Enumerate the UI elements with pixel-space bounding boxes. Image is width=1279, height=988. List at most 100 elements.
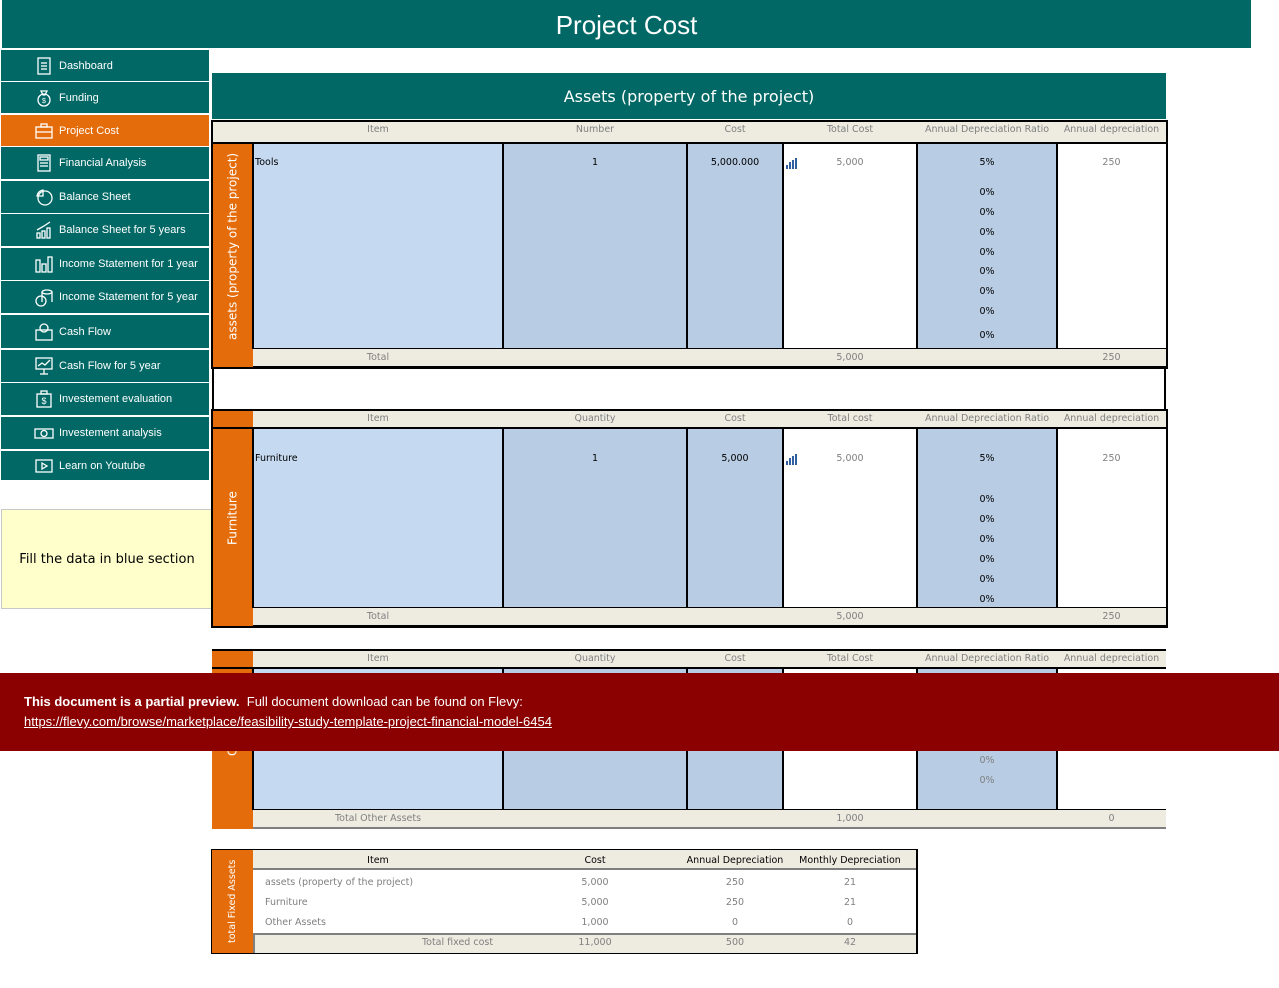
annual-depreciation-sum: 250 xyxy=(1102,611,1121,622)
instruction-note: Fill the data in blue section xyxy=(1,509,213,609)
sidebar-item-investement-analysis[interactable]: Investement analysis xyxy=(1,417,209,450)
ratio-cell: 0% xyxy=(979,306,995,317)
ratio-cell: 0% xyxy=(979,534,995,545)
ratio-cell: 0% xyxy=(979,554,995,565)
coins-icon xyxy=(33,287,55,307)
svg-text:$: $ xyxy=(42,98,46,105)
total-label: Total Other Assets xyxy=(334,813,422,824)
total-cost-sum: 5,000 xyxy=(836,352,864,363)
sidebar-item-label: Learn on Youtube xyxy=(59,459,146,472)
ratio-cell: 0% xyxy=(979,247,995,258)
summary-column-header: Cost xyxy=(584,855,606,866)
sidebar-item-label: Project Cost xyxy=(59,124,119,137)
summary-cost: 5,000 xyxy=(581,897,609,908)
wallet-icon xyxy=(33,322,55,342)
ratio-cell: 0% xyxy=(979,266,995,277)
total-cost-cell: 5,000 xyxy=(836,157,864,168)
ratio-cell: 0% xyxy=(979,514,995,525)
summary-side-label: total Fixed Assets xyxy=(227,859,238,944)
sidebar-item-investement-evaluation[interactable]: $ Investement evaluation xyxy=(1,383,209,416)
sidebar-item-label: Cash Flow xyxy=(59,325,111,338)
sidebar-item-learn-on-youtube[interactable]: Learn on Youtube xyxy=(1,451,209,481)
sidebar-item-label: Income Statement for 5 year xyxy=(59,291,198,303)
column-header: Cost xyxy=(724,653,746,664)
sidebar-item-cash-flow[interactable]: Cash Flow xyxy=(1,315,209,349)
sidebar-item-income-statement-for-5-year[interactable]: Income Statement for 5 year xyxy=(1,281,209,314)
sidebar-item-label: Balance Sheet for 5 years xyxy=(59,224,186,236)
column-header: Annual depreciation xyxy=(1063,653,1160,664)
dollar-bag-icon: $ xyxy=(33,389,55,409)
number-cell: 1 xyxy=(591,453,599,464)
preview-banner: This document is a partial preview. Full… xyxy=(0,673,1279,751)
svg-text:$: $ xyxy=(42,396,47,406)
sidebar-item-financial-analysis[interactable]: Financial Analysis xyxy=(1,147,209,180)
play-icon xyxy=(33,456,55,476)
ratio-cell: 0% xyxy=(979,286,995,297)
ratio-cell: 0% xyxy=(979,494,995,505)
summary-annual-depreciation: 0 xyxy=(731,917,739,928)
sidebar-item-balance-sheet-for-5-years[interactable]: Balance Sheet for 5 years xyxy=(1,214,209,247)
ratio-cell: 0% xyxy=(979,207,995,218)
annual-depreciation-sum: 0 xyxy=(1108,813,1115,824)
ratio-cell: 0% xyxy=(979,187,995,198)
summary-monthly-depreciation: 21 xyxy=(843,877,857,888)
sidebar-item-dashboard[interactable]: Dashboard xyxy=(1,50,209,82)
summary-column-header: Item xyxy=(367,855,389,866)
sidebar-item-project-cost[interactable]: Project Cost xyxy=(1,115,209,147)
summary-monthly-depreciation: 0 xyxy=(846,917,854,928)
sidebar-item-label: Dashboard xyxy=(59,59,113,72)
page-title: Project Cost xyxy=(2,0,1251,48)
banner-link[interactable]: https://flevy.com/browse/marketplace/fea… xyxy=(24,714,1255,729)
banner-text: Full document download can be found on F… xyxy=(246,694,523,709)
summary-cost: 5,000 xyxy=(581,877,609,888)
summary-item: Furniture xyxy=(265,897,308,908)
summary-item: assets (property of the project) xyxy=(265,877,414,888)
column-header: Total Cost xyxy=(826,653,874,664)
column-header: Quantity xyxy=(574,653,616,664)
sidebar-item-label: Investement analysis xyxy=(59,427,162,439)
annual-depreciation-cell: 250 xyxy=(1102,157,1121,168)
banknote-icon xyxy=(33,423,55,443)
summary-item: Other Assets xyxy=(265,917,326,928)
ratio-cell: 5% xyxy=(979,453,995,464)
money-bag-icon: $ xyxy=(33,88,55,108)
ratio-cell: 5% xyxy=(979,157,995,168)
growth-chart-icon xyxy=(33,220,55,240)
briefcase-icon xyxy=(33,121,55,141)
header-corner xyxy=(212,650,253,668)
item-cell: Furniture xyxy=(255,453,298,464)
sidebar-item-cash-flow-for-5-year[interactable]: Cash Flow for 5 year xyxy=(1,350,209,383)
spacer xyxy=(212,369,1166,409)
ratio-cell: 0% xyxy=(979,330,995,341)
presentation-icon xyxy=(33,356,55,376)
ratio-cell: 0% xyxy=(979,594,995,605)
annual-depreciation-sum: 250 xyxy=(1102,352,1121,363)
annual-depreciation-cell: 250 xyxy=(1102,453,1121,464)
summary-total-annual: 500 xyxy=(725,937,745,948)
summary-column-header: Annual Depreciation xyxy=(686,855,784,866)
item-cell: Tools xyxy=(255,157,279,168)
sidebar-item-label: Investement evaluation xyxy=(59,393,173,405)
ratio-cell: 0% xyxy=(979,574,995,585)
clipboard-icon xyxy=(33,56,55,76)
column-header: Annual Depreciation Ratio xyxy=(924,653,1050,664)
summary-total-monthly: 42 xyxy=(843,937,857,948)
sidebar-item-balance-sheet[interactable]: Balance Sheet xyxy=(1,181,209,214)
sidebar-item-funding[interactable]: $ Funding xyxy=(1,82,209,114)
sidebar-item-income-statement-for-1-year[interactable]: Income Statement for 1 year xyxy=(1,248,209,281)
bar-chart-icon xyxy=(33,254,55,274)
summary-column-header: Monthly Depreciation xyxy=(799,855,901,866)
total-cost-cell: 5,000 xyxy=(836,453,864,464)
total-label: Total xyxy=(366,611,390,622)
summary-annual-depreciation: 250 xyxy=(725,897,745,908)
ratio-cell: 0% xyxy=(979,755,995,766)
section-title: Assets (property of the project) xyxy=(212,73,1166,119)
total-cost-sum: 5,000 xyxy=(836,611,864,622)
summary-total-label: Total fixed cost xyxy=(421,937,494,948)
sidebar-item-label: Income Statement for 1 year xyxy=(59,258,198,270)
summary-total-cost: 11,000 xyxy=(578,937,612,948)
summary-cost: 1,000 xyxy=(581,917,609,928)
sidebar-item-label: Financial Analysis xyxy=(59,157,147,169)
cost-cell: 5,000 xyxy=(721,453,749,464)
column-header: Item xyxy=(367,653,389,664)
